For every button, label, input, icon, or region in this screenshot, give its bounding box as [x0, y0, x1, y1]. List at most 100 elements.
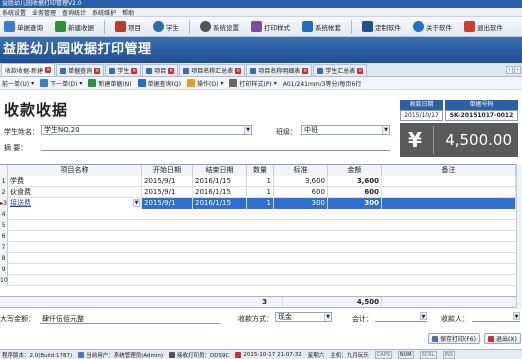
end-date-cell[interactable]: 2016/1/15 [193, 187, 247, 198]
new-receipt-button[interactable]: 新建收据 [53, 19, 96, 35]
close-icon[interactable]: × [45, 67, 52, 73]
about-button[interactable]: 关于软件 [411, 19, 454, 35]
end-date-cell[interactable]: 2016/1/15 [193, 198, 247, 209]
accountant-field[interactable]: ▼ [375, 312, 427, 322]
menu-system-settings[interactable]: 系统设置 [2, 8, 26, 17]
doc-query-button[interactable]: 单据查询 [2, 19, 45, 35]
table-totals-row: 3 4,500 [0, 296, 516, 308]
tab-student-summary[interactable]: 学生汇总表 × [313, 64, 368, 76]
close-icon[interactable]: × [168, 67, 175, 74]
prev-doc-button[interactable]: 前一单(U) ▾ [2, 79, 34, 88]
close-icon[interactable]: × [235, 67, 242, 74]
standard-cell[interactable]: 600 [274, 187, 328, 198]
tab-new-receipt[interactable]: 收款收据-新建 × [1, 63, 56, 76]
table-row[interactable]: 4 [0, 209, 516, 220]
start-date-cell[interactable]: 2015/9/1 [142, 198, 193, 209]
date-header: 收款日期 [400, 100, 443, 110]
table-row-selected[interactable]: ▸3 接送费 ▼ 2015/9/1 2016/1/15 1 300 300 [0, 198, 516, 209]
tab-item-detail[interactable]: 项目名称明细表 × [246, 64, 313, 76]
new-doc-button[interactable]: 新建单据(N) [88, 79, 132, 88]
table-row[interactable]: 7 [0, 242, 516, 253]
doc-icon [146, 67, 153, 74]
quantity-cell[interactable]: 1 [247, 176, 274, 187]
table-row[interactable]: 10 [0, 275, 516, 286]
tab-items[interactable]: 项目 × [142, 64, 179, 76]
summary-field[interactable] [41, 141, 390, 151]
new-doc-label: 新建单据(N) [98, 80, 132, 88]
system-settings-button[interactable]: 系统设置 [198, 19, 241, 35]
menu-business[interactable]: 业务管理 [32, 8, 56, 17]
query-doc-button[interactable]: 单据查询(Q) [137, 79, 181, 88]
chevron-down-icon[interactable]: ▼ [133, 199, 140, 207]
chevron-down-icon[interactable]: ▼ [382, 126, 389, 134]
items-button[interactable]: 项目 [113, 19, 143, 35]
exit-software-button[interactable]: 退出软件 [462, 19, 505, 35]
tab-doc-query[interactable]: 单据查询 × [56, 64, 105, 76]
custom-software-button[interactable]: 定制软件 [360, 19, 403, 35]
chevron-right-icon[interactable]: › [514, 66, 521, 74]
item-name-cell-editing[interactable]: 接送费 ▼ [8, 198, 142, 209]
table-row[interactable]: 5 [0, 220, 516, 231]
col-start-date[interactable]: 开始日期 [142, 165, 193, 176]
start-date-cell[interactable]: 2015/9/1 [142, 176, 193, 187]
note-cell[interactable] [382, 187, 516, 198]
print-style-button[interactable]: 打印样式 [249, 19, 292, 35]
menu-help[interactable]: 帮助 [122, 8, 134, 17]
print-style-menu-button[interactable]: 打印样式(P) ▾ [229, 79, 277, 88]
col-amount[interactable]: 金额 [328, 165, 382, 176]
exit-button[interactable]: 退出(X) [484, 333, 521, 344]
chevron-down-icon[interactable]: ▼ [513, 312, 520, 320]
pay-method-field[interactable]: 现金 ▼ [275, 312, 332, 322]
note-cell[interactable] [382, 198, 516, 209]
col-item-name[interactable]: 项目名称 [8, 165, 142, 176]
table-row[interactable]: 1 学费 2015/9/1 2016/1/15 1 3,600 3,600 [0, 176, 516, 187]
printer-text: 接收打印员：DDS9C [177, 352, 230, 359]
paper-format-select[interactable]: A01/241mm/3等分/每页6行 [283, 79, 362, 88]
table-row[interactable]: 2 伙食费 2015/9/1 2016/1/15 1 600 600 [0, 187, 516, 198]
end-date-cell[interactable]: 2016/1/15 [193, 176, 247, 187]
close-icon[interactable]: × [131, 67, 138, 74]
note-cell[interactable] [382, 176, 516, 187]
chevron-down-icon[interactable]: ▼ [244, 126, 251, 134]
amount-cell[interactable]: 600 [328, 187, 382, 198]
chevron-down-icon[interactable]: ▼ [420, 312, 427, 320]
item-name-cell[interactable]: 伙食费 [8, 187, 142, 198]
table-row[interactable]: 9 [0, 264, 516, 275]
account-set-button[interactable]: 系统帐套 [300, 19, 343, 35]
capital-amount-label: 大写金额： [0, 315, 35, 323]
col-end-date[interactable]: 结束日期 [193, 165, 247, 176]
operate-menu-button[interactable]: 操作(O) ▾ [187, 79, 223, 88]
menu-maintenance[interactable]: 系统维护 [92, 8, 116, 17]
date-field[interactable]: 2015/10/17 [400, 110, 443, 121]
quantity-cell[interactable]: 1 [247, 198, 274, 209]
col-standard[interactable]: 标准 [274, 165, 328, 176]
next-doc-button[interactable]: 下一单(D) ▾ [40, 79, 82, 88]
class-field[interactable]: 中班 ▼ [301, 125, 390, 135]
students-button[interactable]: 学生 [151, 19, 181, 35]
amount-cell[interactable]: 300 [328, 198, 382, 209]
student-name-field[interactable]: 学生NO.20 ▼ [41, 125, 252, 135]
start-date-cell[interactable]: 2015/9/1 [142, 187, 193, 198]
table-row[interactable]: 8 [0, 253, 516, 264]
payee-label: 收款人： [441, 315, 469, 323]
close-icon[interactable]: × [94, 67, 101, 74]
menu-query[interactable]: 查询统计 [62, 8, 86, 17]
col-quantity[interactable]: 数量 [247, 165, 274, 176]
quantity-cell[interactable]: 1 [247, 187, 274, 198]
tab-item-summary[interactable]: 项目名称汇总表 × [179, 64, 246, 76]
table-row[interactable]: 6 [0, 231, 516, 242]
amount-cell[interactable]: 3,600 [328, 176, 382, 187]
chevron-down-icon[interactable]: ▼ [324, 313, 331, 321]
chevron-left-icon[interactable]: ‹ [506, 66, 513, 74]
standard-cell[interactable]: 300 [274, 198, 328, 209]
item-name-cell[interactable]: 学费 [8, 176, 142, 187]
app-banner: 益胜幼儿园收据打印管理 [0, 37, 522, 63]
payee-field[interactable]: ▼ [472, 312, 520, 322]
tab-students[interactable]: 学生 × [105, 64, 142, 76]
table-scrollbar[interactable] [516, 164, 522, 309]
standard-cell[interactable]: 3,600 [274, 176, 328, 187]
close-icon[interactable]: × [357, 67, 364, 74]
save-print-button[interactable]: 保存打印(F6) [428, 333, 480, 344]
col-note[interactable]: 备注 [382, 165, 516, 176]
close-icon[interactable]: × [302, 67, 309, 74]
